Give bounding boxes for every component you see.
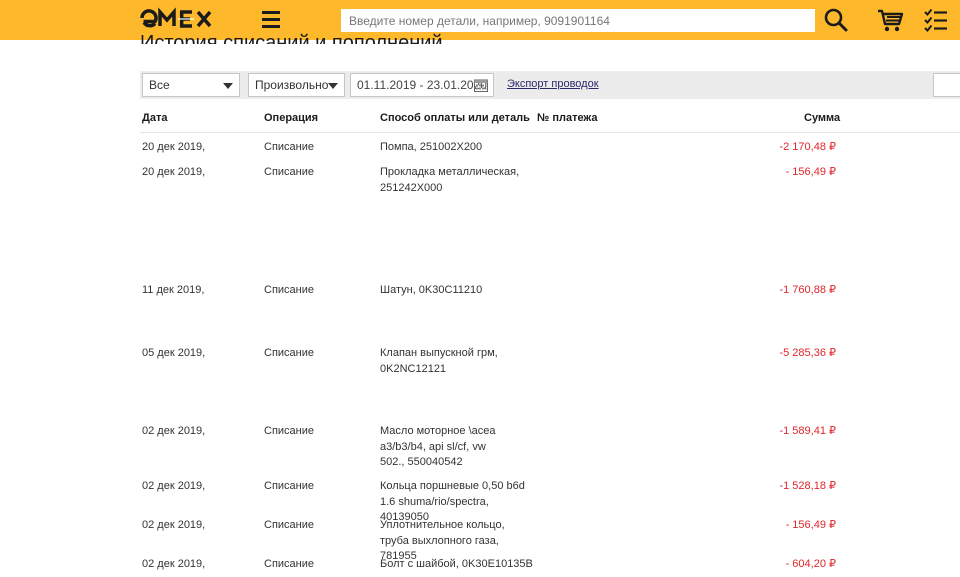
row-amount: -1 760,88 ₽ — [779, 284, 836, 296]
row-date: 20 дек 2019, — [142, 166, 206, 178]
checklist-icon[interactable] — [922, 6, 950, 34]
row-detail[interactable]: Шатун, 0K30C11210 — [380, 283, 530, 299]
row-detail[interactable]: Помпа, 251002X200 — [380, 140, 530, 156]
row-operation: Списание — [264, 284, 314, 296]
date-range-picker[interactable]: 01.11.2019 - 23.01.2020 — [350, 73, 494, 97]
row-detail[interactable]: Прокладка металлическая, 251242X000 — [380, 165, 520, 196]
row-operation: Списание — [264, 519, 314, 531]
row-detail[interactable]: Болт с шайбой, 0K30E10135B — [380, 557, 550, 573]
column-header-amount[interactable]: Сумма — [804, 112, 840, 124]
column-header-operation[interactable]: Операция — [264, 112, 318, 124]
emex-logo-mark — [140, 7, 212, 28]
row-date: 20 дек 2019, — [142, 141, 206, 153]
period-select[interactable]: Произвольно — [248, 73, 345, 97]
period-value: Произвольно — [255, 78, 329, 92]
row-amount: - 604,20 ₽ — [785, 558, 836, 570]
row-amount: -1 589,41 ₽ — [779, 425, 836, 437]
date-range-value: 01.11.2019 - 23.01.2020 — [357, 78, 487, 92]
menu-icon[interactable] — [262, 10, 280, 30]
row-amount: -5 285,36 ₽ — [779, 347, 836, 359]
row-date: 11 дек 2019, — [142, 284, 205, 296]
column-header-payment-no[interactable]: № платежа — [537, 112, 597, 124]
row-operation: Списание — [264, 425, 314, 437]
chevron-down-icon — [223, 83, 233, 89]
row-amount: -2 170,48 ₽ — [779, 141, 836, 153]
row-operation: Списание — [264, 166, 314, 178]
search-input[interactable] — [341, 9, 815, 32]
row-operation: Списание — [264, 347, 314, 359]
row-amount: - 156,49 ₽ — [785, 519, 836, 531]
column-header-detail[interactable]: Способ оплаты или деталь — [380, 112, 530, 124]
search-icon[interactable] — [822, 6, 850, 34]
chevron-down-icon — [328, 83, 338, 89]
filter-input-right[interactable] — [933, 73, 960, 97]
row-operation: Списание — [264, 480, 314, 492]
row-date: 05 дек 2019, — [142, 347, 206, 359]
operation-type-value: Все — [149, 78, 170, 92]
row-date: 02 дек 2019, — [142, 519, 206, 531]
filter-bar: Все Произвольно 01.11.2019 - 23.01.2020 … — [140, 71, 960, 99]
row-date: 02 дек 2019, — [142, 480, 206, 492]
row-operation: Списание — [264, 558, 314, 570]
row-amount: -1 528,18 ₽ — [779, 480, 836, 492]
operation-type-select[interactable]: Все — [142, 73, 240, 97]
row-operation: Списание — [264, 141, 314, 153]
row-detail[interactable]: Клапан выпускной грм, 0K2NC12121 — [380, 346, 515, 377]
column-header-date[interactable]: Дата — [142, 112, 167, 124]
calendar-icon — [474, 79, 488, 92]
page-title: История списаний и пополнений — [140, 32, 443, 44]
table-header: Дата Операция Способ оплаты или деталь №… — [140, 110, 960, 133]
export-link[interactable]: Экспорт проводок — [507, 78, 599, 90]
cart-icon[interactable] — [876, 6, 904, 34]
row-date: 02 дек 2019, — [142, 425, 206, 437]
row-date: 02 дек 2019, — [142, 558, 206, 570]
row-amount: - 156,49 ₽ — [785, 166, 836, 178]
row-detail[interactable]: Масло моторное \acea a3/b3/b4, api sl/cf… — [380, 424, 510, 471]
